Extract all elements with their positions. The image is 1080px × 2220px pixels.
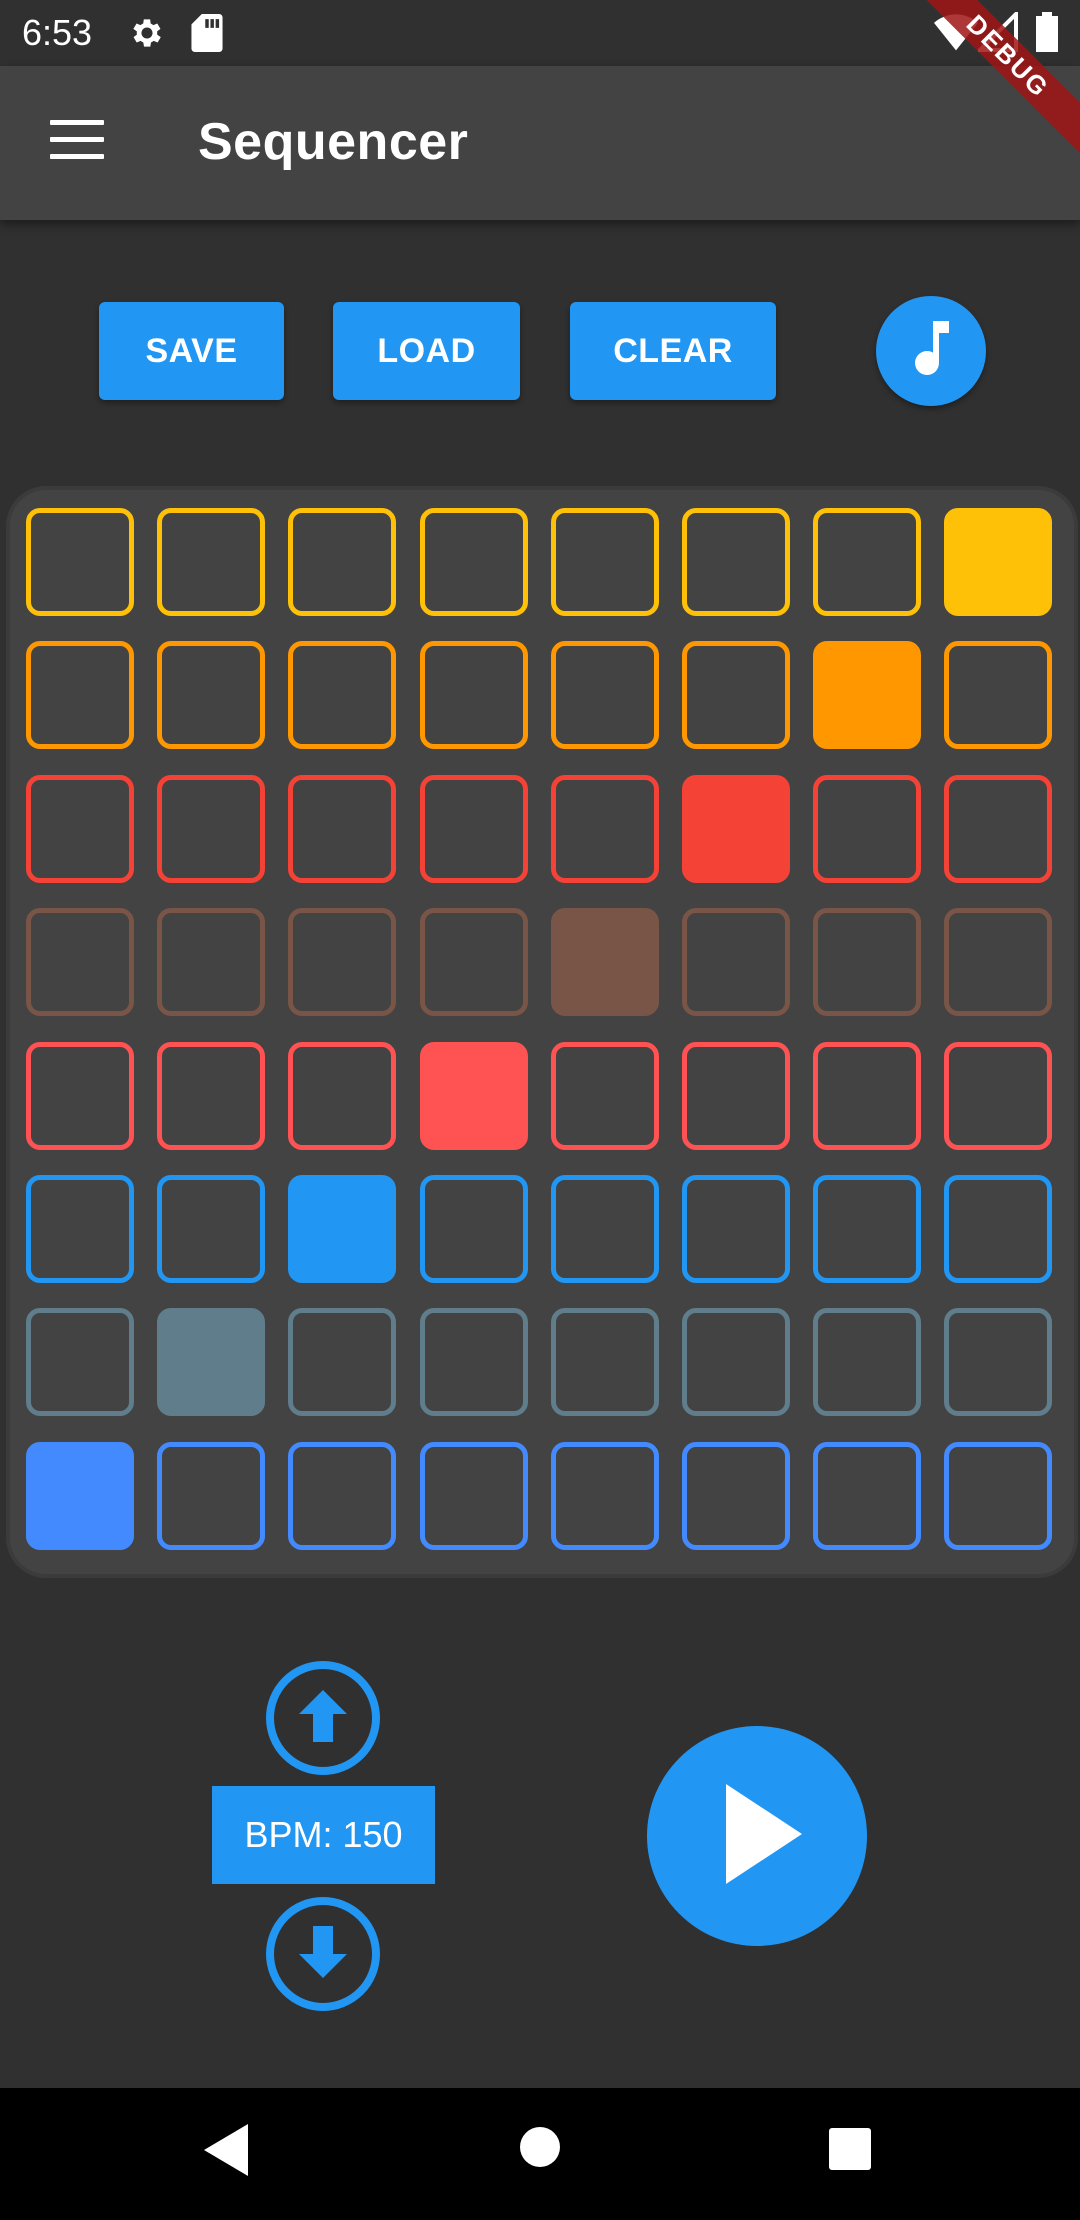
step-cell-r1-c7[interactable] — [813, 508, 921, 616]
step-cell-r7-c8[interactable] — [944, 1308, 1052, 1416]
navigation-bar — [0, 2088, 1080, 2220]
step-cell-r1-c8[interactable] — [944, 508, 1052, 616]
sd-card-icon — [190, 14, 224, 57]
step-cell-r6-c6[interactable] — [682, 1175, 790, 1283]
step-cell-r3-c1[interactable] — [26, 775, 134, 883]
step-cell-r6-c5[interactable] — [551, 1175, 659, 1283]
step-cell-r5-c4[interactable] — [420, 1042, 528, 1150]
step-cell-r7-c5[interactable] — [551, 1308, 659, 1416]
home-icon[interactable] — [519, 2126, 561, 2173]
menu-icon[interactable] — [50, 120, 104, 160]
step-cell-r3-c7[interactable] — [813, 775, 921, 883]
bpm-down-button[interactable] — [266, 1897, 380, 2011]
step-cell-r6-c7[interactable] — [813, 1175, 921, 1283]
step-cell-r2-c3[interactable] — [288, 641, 396, 749]
step-cell-r7-c2[interactable] — [157, 1308, 265, 1416]
step-cell-r5-c6[interactable] — [682, 1042, 790, 1150]
app-bar: Sequencer — [0, 66, 1080, 220]
step-cell-r2-c2[interactable] — [157, 641, 265, 749]
step-cell-r7-c4[interactable] — [420, 1308, 528, 1416]
step-cell-r5-c8[interactable] — [944, 1042, 1052, 1150]
bpm-display: BPM: 150 — [212, 1786, 435, 1884]
step-cell-r6-c2[interactable] — [157, 1175, 265, 1283]
step-cell-r4-c3[interactable] — [288, 908, 396, 1016]
step-cell-r4-c7[interactable] — [813, 908, 921, 1016]
bpm-up-button[interactable] — [266, 1661, 380, 1775]
step-cell-r3-c8[interactable] — [944, 775, 1052, 883]
arrow-down-icon — [298, 1925, 348, 1983]
step-cell-r6-c1[interactable] — [26, 1175, 134, 1283]
load-button[interactable]: LOAD — [333, 302, 520, 400]
page-title: Sequencer — [198, 113, 469, 171]
back-icon[interactable] — [204, 2124, 248, 2181]
step-cell-r5-c1[interactable] — [26, 1042, 134, 1150]
step-cell-r8-c7[interactable] — [813, 1442, 921, 1550]
music-note-icon — [911, 320, 951, 382]
status-time: 6:53 — [22, 12, 93, 53]
step-cell-r2-c4[interactable] — [420, 641, 528, 749]
step-cell-r5-c5[interactable] — [551, 1042, 659, 1150]
step-cell-r8-c5[interactable] — [551, 1442, 659, 1550]
step-cell-r1-c1[interactable] — [26, 508, 134, 616]
music-button[interactable] — [876, 296, 986, 406]
step-cell-r5-c2[interactable] — [157, 1042, 265, 1150]
step-cell-r7-c1[interactable] — [26, 1308, 134, 1416]
battery-icon — [1036, 12, 1058, 57]
step-cell-r1-c3[interactable] — [288, 508, 396, 616]
step-cell-r8-c1[interactable] — [26, 1442, 134, 1550]
step-cell-r8-c3[interactable] — [288, 1442, 396, 1550]
step-cell-r6-c4[interactable] — [420, 1175, 528, 1283]
step-cell-r4-c8[interactable] — [944, 908, 1052, 1016]
step-cell-r7-c7[interactable] — [813, 1308, 921, 1416]
step-cell-r4-c2[interactable] — [157, 908, 265, 1016]
save-button[interactable]: SAVE — [99, 302, 284, 400]
step-cell-r2-c5[interactable] — [551, 641, 659, 749]
step-cell-r3-c6[interactable] — [682, 775, 790, 883]
step-cell-r1-c5[interactable] — [551, 508, 659, 616]
step-cell-r5-c7[interactable] — [813, 1042, 921, 1150]
sequencer-grid — [6, 486, 1078, 1578]
recents-icon[interactable] — [829, 2128, 871, 2175]
step-cell-r4-c6[interactable] — [682, 908, 790, 1016]
step-cell-r3-c2[interactable] — [157, 775, 265, 883]
step-cell-r3-c4[interactable] — [420, 775, 528, 883]
step-cell-r4-c1[interactable] — [26, 908, 134, 1016]
step-cell-r4-c5[interactable] — [551, 908, 659, 1016]
step-cell-r5-c3[interactable] — [288, 1042, 396, 1150]
play-icon — [726, 1783, 802, 1889]
step-cell-r8-c6[interactable] — [682, 1442, 790, 1550]
step-cell-r8-c8[interactable] — [944, 1442, 1052, 1550]
status-bar: 6:53 — [0, 0, 1080, 66]
arrow-up-icon — [298, 1689, 348, 1747]
step-cell-r4-c4[interactable] — [420, 908, 528, 1016]
step-cell-r8-c4[interactable] — [420, 1442, 528, 1550]
step-cell-r8-c2[interactable] — [157, 1442, 265, 1550]
step-cell-r7-c6[interactable] — [682, 1308, 790, 1416]
step-cell-r1-c4[interactable] — [420, 508, 528, 616]
step-cell-r2-c8[interactable] — [944, 641, 1052, 749]
step-cell-r7-c3[interactable] — [288, 1308, 396, 1416]
step-cell-r3-c5[interactable] — [551, 775, 659, 883]
step-cell-r3-c3[interactable] — [288, 775, 396, 883]
step-cell-r1-c2[interactable] — [157, 508, 265, 616]
step-cell-r2-c7[interactable] — [813, 641, 921, 749]
step-cell-r6-c3[interactable] — [288, 1175, 396, 1283]
step-cell-r1-c6[interactable] — [682, 508, 790, 616]
settings-icon — [128, 14, 166, 57]
step-cell-r2-c6[interactable] — [682, 641, 790, 749]
play-button[interactable] — [647, 1726, 867, 1946]
step-cell-r2-c1[interactable] — [26, 641, 134, 749]
clear-button[interactable]: CLEAR — [570, 302, 776, 400]
step-cell-r6-c8[interactable] — [944, 1175, 1052, 1283]
